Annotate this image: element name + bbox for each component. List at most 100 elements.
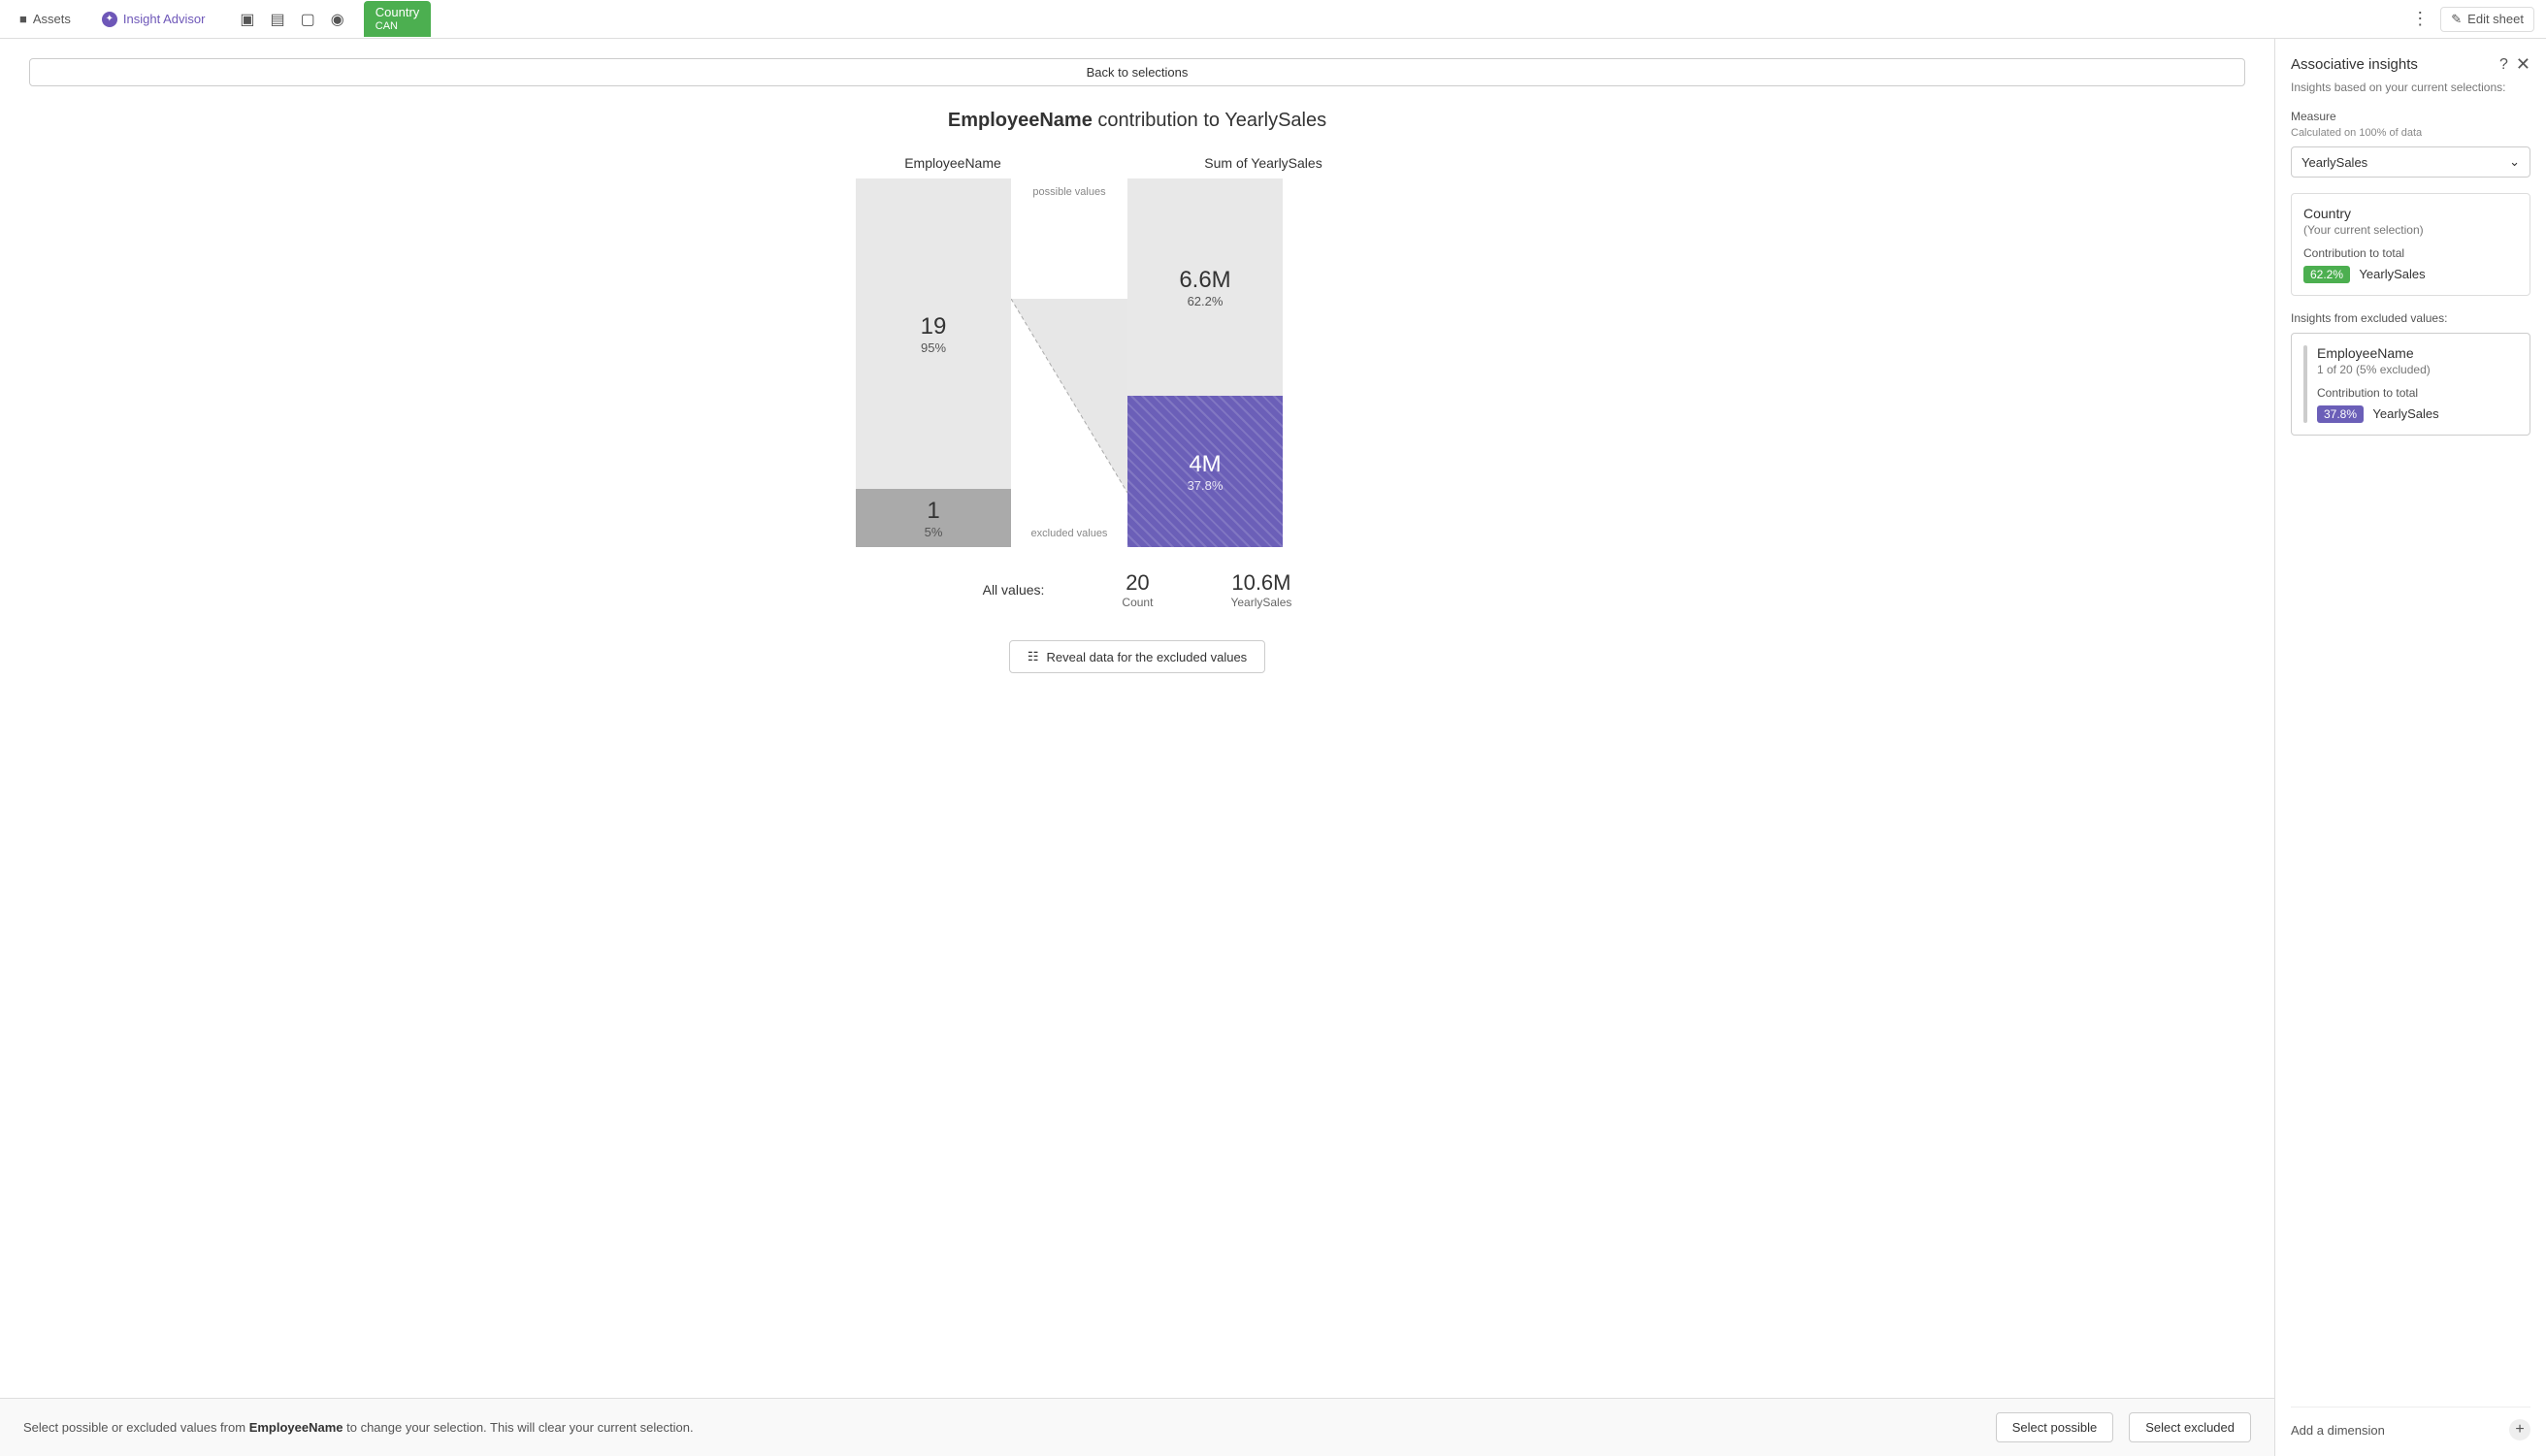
excluded-count: 1 [927, 498, 939, 525]
select-possible-button[interactable]: Select possible [1996, 1412, 2113, 1442]
assets-button[interactable]: ■ Assets [12, 8, 79, 30]
toolbar-btn-3[interactable]: ▢ [297, 6, 319, 33]
employee-bar: 19 95% 1 5% [856, 178, 1011, 547]
add-dimension-label: Add a dimension [2291, 1423, 2385, 1438]
edit-sheet-label: Edit sheet [2467, 12, 2524, 26]
app-bar-right: ⋮ ✎ Edit sheet [2411, 7, 2534, 32]
measure-section-label: Measure [2291, 110, 2530, 123]
excluded-bar: 1 5% [856, 489, 1011, 547]
content-area: Back to selections EmployeeName contribu… [0, 39, 2274, 1456]
chart-title-connector: contribution to [1093, 110, 1224, 131]
add-dimension-plus-icon: + [2509, 1419, 2530, 1440]
country-tab-sub: CAN [375, 20, 420, 33]
excluded-header: Insights from excluded values: [2291, 311, 2530, 325]
chart-title-dimension: EmployeeName [948, 110, 1093, 131]
measure-section-sublabel: Calculated on 100% of data [2291, 127, 2530, 139]
employee-contrib-badge: 37.8% [2317, 405, 2364, 423]
back-btn-label: Back to selections [1087, 65, 1189, 80]
possible-label: possible values [1011, 186, 1127, 198]
country-card: Country (Your current selection) Contrib… [2291, 193, 2530, 296]
country-contrib-badge: 62.2% [2303, 266, 2350, 283]
triangle-svg [1011, 299, 1127, 493]
toolbar-btn-4[interactable]: ◉ [327, 6, 348, 33]
all-values-count-num: 20 [1122, 570, 1153, 596]
possible-bar: 19 95% [856, 178, 1011, 489]
assets-icon: ■ [19, 12, 27, 26]
all-values-count-sub: Count [1122, 596, 1153, 609]
employee-column-header: EmployeeName [856, 155, 1050, 171]
employee-card: EmployeeName 1 of 20 (5% excluded) Contr… [2291, 333, 2530, 436]
employee-card-title: EmployeeName [2317, 345, 2518, 361]
toolbar-icons: ▣ ▤ ▢ ◉ [236, 6, 347, 33]
measure-dropdown[interactable]: YearlySales ⌄ [2291, 146, 2530, 178]
help-button[interactable]: ? [2499, 56, 2508, 74]
table-icon: ☷ [1028, 649, 1039, 664]
sales-excluded-bar: 4M 37.8% [1127, 396, 1283, 547]
chart-title-measure: YearlySales [1224, 110, 1326, 131]
excluded-label: excluded values [1011, 528, 1127, 539]
employee-contrib-row: 37.8% YearlySales [2317, 405, 2518, 423]
all-values-sales-num: 10.6M [1230, 570, 1291, 596]
possible-pct: 95% [921, 340, 946, 355]
all-values-sales-sub: YearlySales [1230, 596, 1291, 609]
app-bar-left: ■ Assets ✦ Insight Advisor ▣ ▤ ▢ ◉ Count… [12, 1, 431, 37]
reveal-excluded-button[interactable]: ☷ Reveal data for the excluded values [1009, 640, 1265, 673]
bottom-bar: Select possible or excluded values from … [0, 1398, 2274, 1456]
employee-contrib-label: Contribution to total [2317, 386, 2518, 400]
country-card-subtitle: (Your current selection) [2303, 223, 2518, 237]
main-area: Back to selections EmployeeName contribu… [0, 39, 2546, 1456]
country-contrib-measure: YearlySales [2359, 267, 2425, 281]
excluded-pct: 5% [925, 525, 943, 539]
measure-dropdown-value: YearlySales [2301, 155, 2367, 170]
employee-card-subtitle: 1 of 20 (5% excluded) [2317, 363, 2518, 376]
employee-card-inner: EmployeeName 1 of 20 (5% excluded) Contr… [2303, 345, 2518, 423]
country-card-title: Country [2303, 206, 2518, 221]
close-sidebar-button[interactable]: ✕ [2516, 54, 2530, 75]
bottom-text-prefix: Select possible or excluded values from [23, 1420, 249, 1435]
all-values-count: 20 Count [1122, 570, 1153, 609]
sales-column-header: Sum of YearlySales [1166, 155, 1360, 171]
employee-card-content: EmployeeName 1 of 20 (5% excluded) Contr… [2317, 345, 2518, 423]
country-contrib-label: Contribution to total [2303, 246, 2518, 260]
left-bar-indicator [2303, 345, 2307, 423]
sidebar-header: Associative insights ? ✕ [2291, 54, 2530, 75]
bottom-dimension: EmployeeName [249, 1420, 343, 1435]
add-dimension-button[interactable]: Add a dimension + [2291, 1407, 2530, 1440]
pencil-icon: ✎ [2451, 12, 2462, 27]
ia-icon: ✦ [102, 12, 117, 27]
app-bar: ■ Assets ✦ Insight Advisor ▣ ▤ ▢ ◉ Count… [0, 0, 2546, 39]
toolbar-btn-2[interactable]: ▤ [267, 6, 289, 33]
sales-possible-value: 6.6M [1179, 267, 1230, 294]
chart-container: EmployeeName Sum of YearlySales 19 95% 1… [29, 155, 2245, 1437]
select-excluded-button[interactable]: Select excluded [2129, 1412, 2251, 1442]
sales-possible-pct: 62.2% [1188, 294, 1224, 308]
sidebar: Associative insights ? ✕ Insights based … [2274, 39, 2546, 1456]
sales-bar: 6.6M 62.2% 4M 37.8% [1127, 178, 1283, 547]
divider-col: possible values excluded values [1011, 178, 1127, 547]
back-to-selections-button[interactable]: Back to selections [29, 58, 2245, 86]
chevron-down-icon: ⌄ [2509, 154, 2520, 170]
chart-headers: EmployeeName Sum of YearlySales [856, 155, 1419, 171]
bottom-text-suffix: to change your selection. This will clea… [343, 1420, 694, 1435]
insight-advisor-label: Insight Advisor [123, 12, 206, 26]
country-contrib-row: 62.2% YearlySales [2303, 266, 2518, 283]
sidebar-subtitle: Insights based on your current selection… [2291, 81, 2530, 94]
country-tab-label: Country [375, 5, 420, 20]
possible-count: 19 [921, 313, 947, 340]
grid-view-button[interactable]: ⋮ [2411, 9, 2429, 29]
all-values-sales: 10.6M YearlySales [1230, 570, 1291, 609]
chart-title: EmployeeName contribution to YearlySales [29, 110, 2245, 132]
sales-excluded-pct: 37.8% [1188, 478, 1224, 493]
sales-possible-bar: 6.6M 62.2% [1127, 178, 1283, 396]
all-values-row: All values: 20 Count 10.6M YearlySales [856, 570, 1419, 609]
sidebar-title: Associative insights [2291, 56, 2418, 73]
toolbar-btn-1[interactable]: ▣ [236, 6, 258, 33]
bottom-bar-text: Select possible or excluded values from … [23, 1420, 1980, 1435]
insight-advisor-button[interactable]: ✦ Insight Advisor [94, 8, 213, 31]
employee-contrib-measure: YearlySales [2372, 406, 2438, 421]
country-tab[interactable]: Country CAN [364, 1, 432, 37]
sales-excluded-value: 4M [1189, 451, 1221, 478]
chart-visual: 19 95% 1 5% possible values excluded val… [856, 178, 1419, 547]
edit-sheet-button[interactable]: ✎ Edit sheet [2440, 7, 2534, 32]
assets-label: Assets [33, 12, 71, 26]
